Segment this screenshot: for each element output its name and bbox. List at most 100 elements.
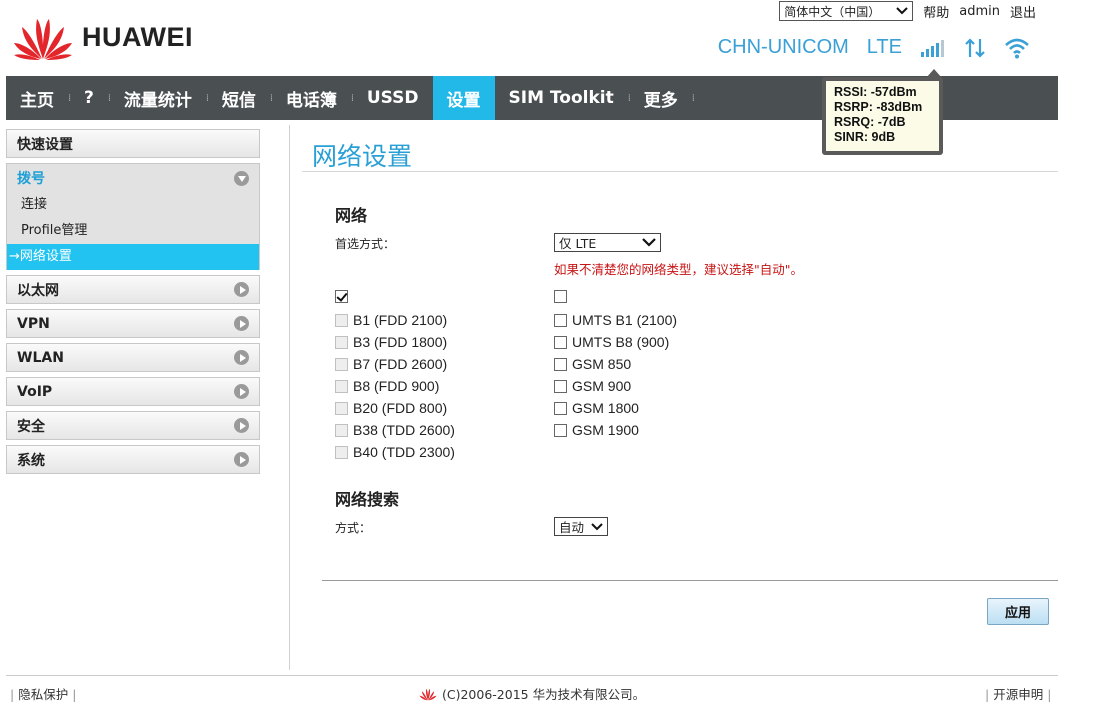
huawei-flower-icon [419, 688, 437, 700]
checkbox-checked[interactable] [335, 290, 348, 303]
checkbox [335, 379, 348, 393]
nav-home[interactable]: 主页 [6, 76, 68, 120]
checkbox[interactable] [554, 335, 567, 349]
sidebar-vpn[interactable]: VPN [6, 309, 260, 338]
expand-icon [234, 316, 249, 331]
footer-privacy: | 隐私保护 | [10, 684, 76, 703]
language-value: 简体中文（中国） [784, 4, 881, 19]
sidebar-item-network-settings[interactable]: →网络设置 [7, 244, 259, 270]
band-label: B7 (FDD 2600) [353, 356, 448, 372]
checkbox[interactable] [554, 313, 567, 327]
search-mode-select[interactable]: 自动 [554, 517, 608, 536]
chevron-down-icon [591, 522, 603, 530]
sidebar-item-label: 快速设置 [17, 136, 73, 153]
band-label: B8 (FDD 900) [353, 378, 440, 394]
lte-select-all[interactable] [335, 290, 353, 303]
band-gsm-900[interactable]: GSM 900 [554, 378, 631, 394]
help-link[interactable]: 帮助 [923, 2, 949, 21]
page-title: 网络设置 [312, 142, 413, 171]
nav-ussd[interactable]: USSD [353, 76, 433, 120]
band-label: GSM 1800 [572, 400, 639, 416]
sidebar-voip[interactable]: VoIP [6, 377, 260, 406]
header: HUAWEI 简体中文（中国） 帮助 admin 退出 CHN-UNICOM L… [0, 0, 1102, 76]
signal-tooltip: RSSI: -57dBm RSRP: -83dBm RSRQ: -7dB SIN… [822, 69, 943, 155]
rsrq-value: RSRQ: -7dB [834, 115, 906, 129]
wifi-icon [1004, 37, 1030, 59]
sidebar-system[interactable]: 系统 [6, 445, 260, 474]
network-type: LTE [866, 36, 902, 58]
nav-separator: ⁞ [691, 92, 695, 104]
huawei-logo: HUAWEI [12, 12, 212, 62]
content-divider [289, 125, 290, 670]
checkbox[interactable] [554, 290, 567, 303]
band-gsm-850[interactable]: GSM 850 [554, 356, 631, 372]
apply-button[interactable]: 应用 [987, 598, 1049, 625]
checkbox[interactable] [554, 379, 567, 393]
sidebar-dialup[interactable]: 拨号 [6, 163, 260, 192]
band-label: B3 (FDD 1800) [353, 334, 448, 350]
band-label: B20 (FDD 800) [353, 400, 448, 416]
lte-band-b7: B7 (FDD 2600) [335, 356, 447, 372]
privacy-link[interactable]: 隐私保护 [18, 687, 68, 702]
checkbox [335, 423, 348, 437]
checkbox [335, 313, 348, 327]
chevron-down-icon [642, 238, 656, 247]
other-select-all[interactable] [554, 290, 572, 303]
preferred-mode-label: 首选方式： [335, 237, 396, 251]
checkbox [335, 335, 348, 349]
expand-icon [234, 418, 249, 433]
lte-band-b40: B40 (TDD 2300) [335, 444, 455, 460]
sidebar-ethernet[interactable]: 以太网 [6, 275, 260, 304]
sidebar-item-label: VPN [17, 315, 50, 332]
band-gsm-1900[interactable]: GSM 1900 [554, 422, 639, 438]
nav-statistics[interactable]: 流量统计 [110, 76, 206, 120]
nav-more[interactable]: 更多 [630, 76, 692, 120]
language-select[interactable]: 简体中文（中国） [779, 1, 914, 21]
sidebar-item-label: 系统 [17, 452, 45, 469]
rssi-value: RSSI: -57dBm [834, 85, 917, 99]
checkbox [335, 357, 348, 371]
separator: | [10, 687, 15, 702]
separator: | [72, 687, 77, 702]
chevron-down-icon [896, 7, 908, 15]
rsrp-value: RSRP: -83dBm [834, 100, 923, 114]
checkbox[interactable] [554, 401, 567, 415]
separator: | [1047, 687, 1052, 702]
checkbox[interactable] [554, 357, 567, 371]
carrier-name: CHN-UNICOM [717, 36, 849, 58]
band-umts-b8[interactable]: UMTS B8 (900) [554, 334, 669, 350]
nav-help[interactable]: ? [70, 76, 108, 120]
opensource-link[interactable]: 开源申明 [993, 687, 1043, 702]
sidebar-item-label: 以太网 [17, 282, 59, 299]
preferred-mode-select[interactable]: 仅 LTE [554, 233, 661, 252]
checkbox [335, 445, 348, 459]
band-label: GSM 850 [572, 356, 632, 372]
footer-opensource: | 开源申明 | [985, 684, 1051, 703]
checkbox[interactable] [554, 423, 567, 437]
sidebar-item-label: 安全 [17, 418, 45, 435]
sidebar-security[interactable]: 安全 [6, 411, 260, 440]
lte-band-b3: B3 (FDD 1800) [335, 334, 447, 350]
expand-icon [234, 384, 249, 399]
sidebar-item-label: WLAN [17, 349, 64, 366]
separator: | [985, 687, 990, 702]
search-mode-value: 自动 [559, 520, 585, 535]
huawei-flower-icon [14, 19, 72, 60]
sidebar-item-profile[interactable]: Profile管理 [7, 218, 259, 244]
logout-link[interactable]: 退出 [1010, 2, 1036, 21]
band-gsm-1800[interactable]: GSM 1800 [554, 400, 639, 416]
sidebar-item-connection[interactable]: 连接 [7, 192, 259, 218]
sidebar-wlan[interactable]: WLAN [6, 343, 260, 372]
nav-settings[interactable]: 设置 [432, 76, 495, 120]
band-label: B40 (TDD 2300) [353, 444, 455, 460]
band-umts-b1[interactable]: UMTS B1 (2100) [554, 312, 677, 328]
checkbox [335, 401, 348, 415]
footer-divider [6, 675, 1058, 676]
nav-sim-toolkit[interactable]: SIM Toolkit [495, 76, 628, 120]
sidebar-quick-setup[interactable]: 快速设置 [6, 129, 260, 158]
nav-phonebook[interactable]: 电话簿 [272, 76, 351, 120]
expand-icon [234, 282, 249, 297]
signal-strength-icon[interactable] [920, 38, 946, 58]
nav-sms[interactable]: 短信 [208, 76, 270, 120]
username: admin [959, 3, 1000, 19]
